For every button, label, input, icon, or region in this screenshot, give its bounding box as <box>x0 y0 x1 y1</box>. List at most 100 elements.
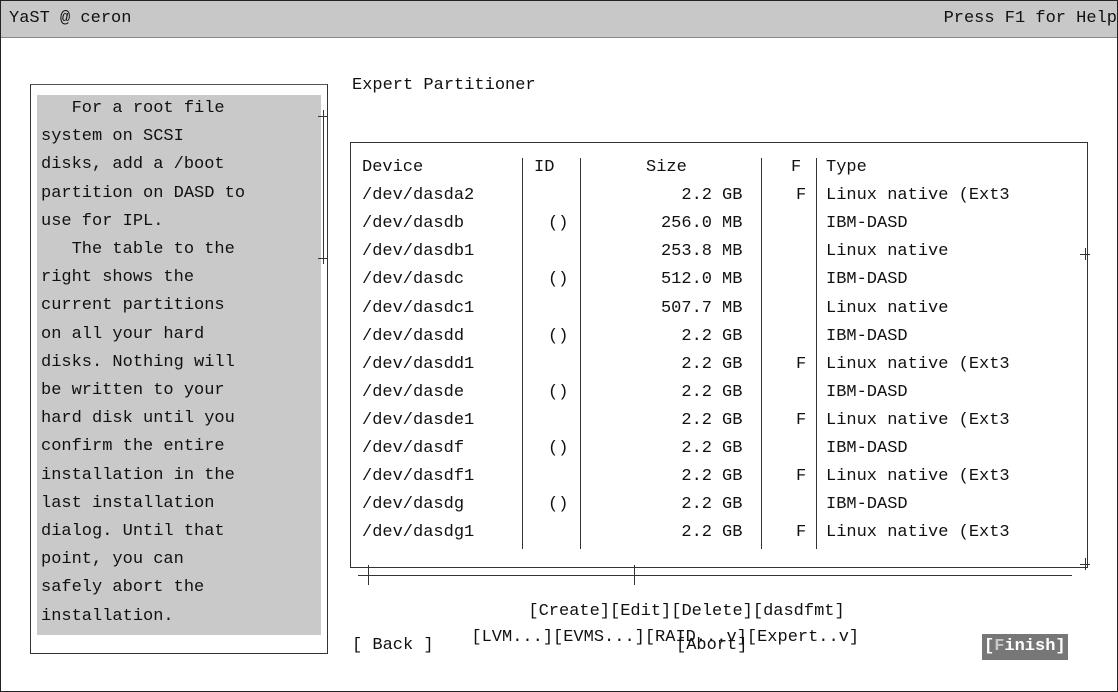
cell-id: () <box>548 270 569 290</box>
cell-device: /dev/dasde1 <box>362 410 475 430</box>
help-text-line: last installation <box>41 493 215 513</box>
abort-button[interactable]: [Abort] <box>676 636 747 655</box>
cell-size: 256.0 <box>660 214 712 234</box>
help-text-line: hard disk until you <box>41 409 235 429</box>
cell-type: IBM-DASD <box>826 495 908 515</box>
help-text-line: right shows the <box>41 268 195 288</box>
help-text-line: installation. <box>41 606 174 626</box>
help-text-line: installation in the <box>41 465 235 485</box>
app-title: YaST @ ceron <box>9 9 132 28</box>
help-text-line: The table to the <box>41 240 235 259</box>
help-scrollbar[interactable] <box>323 122 324 252</box>
cell-unit: MB <box>722 298 743 318</box>
finish-button[interactable]: [Finish] <box>982 634 1068 660</box>
column-separator <box>580 158 581 550</box>
column-header-type: Type <box>826 158 867 177</box>
cell-device: /dev/dasda2 <box>362 186 475 206</box>
cell-type: Linux native <box>826 242 949 262</box>
column-header-size: Size <box>646 158 687 177</box>
help-text-line: dialog. Until that <box>41 522 225 541</box>
cell-unit: GB <box>722 326 743 346</box>
cell-size: 507.7 <box>660 298 712 318</box>
help-text-line: point, you can <box>41 550 184 570</box>
cell-size: 2.2 <box>681 186 712 206</box>
lvm-button[interactable]: [LVM...] <box>471 628 553 647</box>
help-text-line: use for IPL. <box>41 211 164 231</box>
cell-device: /dev/dasdc <box>362 270 465 290</box>
cell-device: /dev/dasdb <box>362 214 465 234</box>
help-text-line: partition on DASD to <box>41 183 246 203</box>
cell-type: Linux native (Ext3 <box>826 523 1010 543</box>
table-vscroll-marker <box>1085 558 1086 570</box>
help-text-line: confirm the entire <box>41 437 225 457</box>
cell-flag: F <box>796 186 807 206</box>
title-bar: YaST @ ceron Press F1 for Help <box>1 1 1117 38</box>
column-header-f: F <box>791 158 802 177</box>
cell-flag: F <box>796 467 807 487</box>
cell-device: /dev/dasdg <box>362 495 465 515</box>
table-scroll-tick <box>634 565 635 585</box>
cell-device: /dev/dasdc1 <box>362 298 475 318</box>
cell-type: Linux native (Ext3 <box>826 410 1010 430</box>
cell-type: IBM-DASD <box>826 270 908 290</box>
help-hint: Press F1 for Help <box>943 9 1117 28</box>
cell-unit: GB <box>722 382 743 402</box>
cell-size: 2.2 <box>681 410 712 430</box>
button-row-2: [LVM...][EVMS...][RAID...v][Expert..v] <box>451 609 859 647</box>
help-text-line: safely abort the <box>41 578 205 598</box>
cell-flag: F <box>796 410 807 430</box>
cell-unit: GB <box>722 439 743 458</box>
cell-flag: F <box>796 354 807 374</box>
help-text-line: system on SCSI <box>41 127 184 147</box>
table-hscroll[interactable] <box>358 575 1072 576</box>
cell-type: IBM-DASD <box>826 214 908 234</box>
cell-type: Linux native (Ext3 <box>826 467 1010 487</box>
cell-size: 2.2 <box>681 354 712 374</box>
cell-type: IBM-DASD <box>826 439 908 458</box>
cell-id: () <box>548 326 569 346</box>
cell-device: /dev/dasdf1 <box>362 467 475 487</box>
back-button[interactable]: [ Back ] <box>352 636 434 655</box>
cell-unit: MB <box>722 214 743 234</box>
cell-size: 2.2 <box>681 326 712 346</box>
cell-unit: MB <box>722 242 743 262</box>
cell-unit: GB <box>722 186 743 206</box>
cell-type: Linux native (Ext3 <box>826 354 1010 374</box>
cell-size: 2.2 <box>681 495 712 515</box>
cell-device: /dev/dasdd1 <box>362 354 475 374</box>
cell-id: () <box>548 439 569 458</box>
cell-flag: F <box>796 523 807 543</box>
cell-size: 512.0 <box>660 270 712 290</box>
cell-unit: GB <box>722 523 743 543</box>
cell-device: /dev/dasdf <box>362 439 465 458</box>
cell-type: IBM-DASD <box>826 382 908 402</box>
cell-size: 2.2 <box>681 439 712 458</box>
cell-unit: GB <box>722 467 743 487</box>
help-text-line: current partitions <box>41 296 225 316</box>
cell-unit: GB <box>722 354 743 374</box>
cell-size: 2.2 <box>681 523 712 543</box>
column-separator <box>522 158 523 550</box>
cell-type: Linux native <box>826 298 949 318</box>
cell-size: 2.2 <box>681 382 712 402</box>
cell-id: () <box>548 214 569 234</box>
evms-button[interactable]: [EVMS...] <box>553 628 645 647</box>
column-separator <box>761 158 762 550</box>
column-header-device: Device <box>362 158 424 177</box>
help-text-line: disks. Nothing will <box>41 352 235 372</box>
help-panel: For a root file system on SCSI disks, add … <box>37 95 321 635</box>
cell-device: /dev/dasde <box>362 382 465 402</box>
column-header-id: ID <box>534 158 555 177</box>
cell-type: IBM-DASD <box>826 326 908 346</box>
cell-device: /dev/dasdb1 <box>362 242 475 262</box>
cell-device: /dev/dasdd <box>362 326 465 346</box>
cell-id: () <box>548 495 569 515</box>
expert-button[interactable]: [Expert..v] <box>747 628 859 647</box>
help-text-line: disks, add a /boot <box>41 155 225 175</box>
table-vscroll-marker <box>1085 248 1086 260</box>
cell-size: 2.2 <box>681 467 712 487</box>
cell-id: () <box>548 382 569 402</box>
help-text-line: be written to your <box>41 381 225 400</box>
finish-hotkey: F <box>994 637 1005 656</box>
cell-unit: GB <box>722 410 743 430</box>
